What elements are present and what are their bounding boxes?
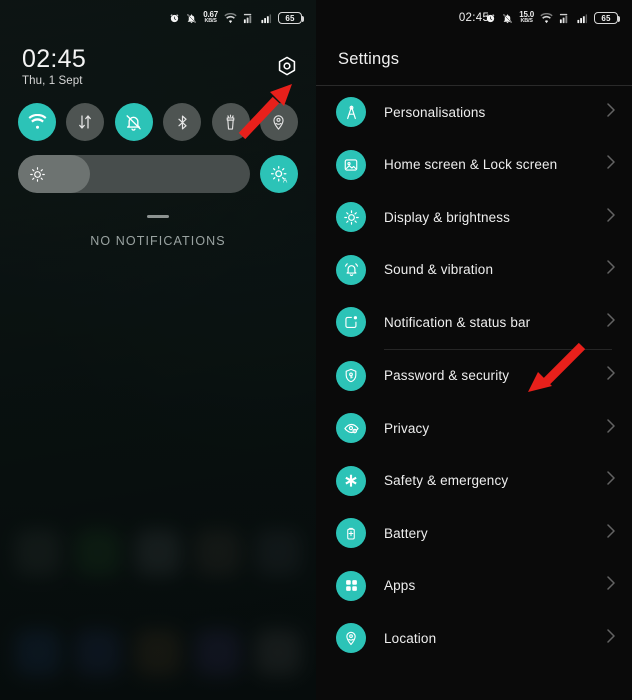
- shade-drag-handle[interactable]: [147, 215, 169, 219]
- sun-icon: [336, 202, 366, 233]
- network-speed-unit: KB/S: [204, 18, 217, 25]
- bell-ring-icon: [336, 254, 366, 285]
- chevron-right-icon: [606, 365, 616, 386]
- toggle-mobile-data[interactable]: [66, 103, 105, 142]
- toggle-wifi[interactable]: [18, 103, 56, 142]
- chevron-right-icon: [606, 207, 616, 228]
- brightness-slider[interactable]: [18, 155, 250, 194]
- notification-icon: [336, 307, 366, 338]
- location-pin-icon: [336, 623, 366, 654]
- settings-item-display-brightness[interactable]: Display & brightness: [316, 191, 632, 244]
- clock-time: 02:45: [22, 45, 87, 73]
- battery-level-text: 65: [285, 13, 295, 23]
- settings-list: Personalisations Home screen & Lock scre…: [316, 86, 632, 665]
- settings-item-privacy[interactable]: Privacy: [316, 402, 632, 455]
- sim-signal-icon: [243, 13, 252, 23]
- page-title: Settings: [338, 50, 400, 68]
- settings-item-label: Display & brightness: [384, 209, 511, 225]
- gear-icon[interactable]: [276, 55, 298, 77]
- signal-bars-icon: [261, 13, 272, 23]
- wifi-icon: [540, 12, 553, 23]
- no-notifications-text: NO NOTIFICATIONS: [90, 234, 226, 249]
- apps-grid-icon: [336, 570, 366, 601]
- shield-lock-icon: [336, 360, 366, 391]
- settings-item-home-lock-screen[interactable]: Home screen & Lock screen: [316, 139, 632, 192]
- settings-item-label: Apps: [384, 578, 416, 594]
- chevron-right-icon: [606, 154, 616, 175]
- chevron-right-icon: [606, 102, 616, 123]
- svg-text:A: A: [282, 177, 287, 184]
- wifi-icon: [224, 12, 237, 23]
- bell-off-icon: [503, 13, 513, 23]
- emergency-star-icon: [336, 465, 366, 496]
- clock-block: 02:45 Thu, 1 Sept: [22, 45, 87, 88]
- settings-item-label: Privacy: [384, 420, 430, 436]
- notification-shade-panel: 0.67 KB/S 65 02:45 Thu, 1 Sept A NO NOTI…: [0, 0, 316, 700]
- bluetooth-icon: [178, 115, 187, 130]
- chevron-right-icon: [606, 523, 616, 544]
- brightness-row: A: [0, 141, 316, 194]
- settings-item-label: Safety & emergency: [384, 473, 509, 489]
- wifi-icon: [28, 114, 46, 129]
- clock-date: Thu, 1 Sept: [22, 75, 83, 88]
- annotation-arrow-to-password-security: [528, 342, 586, 392]
- network-speed-indicator: 0.67 KB/S: [203, 11, 218, 25]
- alarm-icon: [170, 13, 179, 22]
- auto-brightness-icon: A: [270, 165, 287, 184]
- battery-level-text: 65: [601, 13, 611, 23]
- annotation-arrow-to-gear: [238, 84, 292, 140]
- network-speed-indicator: 15.0 KB/S: [519, 11, 534, 25]
- settings-panel: 02:45 15.0 KB/S 65 Settings Personalisat…: [316, 0, 632, 700]
- settings-item-label: Personalisations: [384, 104, 486, 120]
- network-speed-unit: KB/S: [520, 18, 533, 25]
- bell-off-icon: [187, 13, 197, 23]
- settings-item-label: Notification & status bar: [384, 314, 531, 330]
- bell-off-icon: [126, 114, 142, 131]
- signal-bars-icon: [577, 13, 588, 23]
- settings-item-label: Home screen & Lock screen: [384, 157, 558, 173]
- right-status-bar: 02:45 15.0 KB/S 65: [316, 0, 632, 36]
- settings-item-location[interactable]: Location: [316, 612, 632, 665]
- screenshot-root: 0.67 KB/S 65 02:45 Thu, 1 Sept A NO NOTI…: [0, 0, 632, 700]
- toggle-bluetooth[interactable]: [163, 103, 202, 142]
- image-icon: [336, 149, 366, 180]
- settings-item-sound-vibration[interactable]: Sound & vibration: [316, 244, 632, 297]
- chevron-right-icon: [606, 312, 616, 333]
- chevron-right-icon: [606, 418, 616, 439]
- battery-indicator: 65: [594, 12, 620, 24]
- settings-item-safety-emergency[interactable]: Safety & emergency: [316, 455, 632, 508]
- brightness-sun-icon: [30, 166, 45, 182]
- battery-icon: [336, 518, 366, 549]
- eye-icon: [336, 413, 366, 444]
- data-arrows-icon: [79, 115, 92, 129]
- settings-item-apps[interactable]: Apps: [316, 560, 632, 613]
- settings-item-label: Location: [384, 630, 437, 646]
- sim-signal-icon: [559, 13, 568, 23]
- alarm-icon: [486, 13, 495, 22]
- chevron-right-icon: [606, 628, 616, 649]
- chevron-right-icon: [606, 259, 616, 280]
- chevron-right-icon: [606, 470, 616, 491]
- left-status-bar: 0.67 KB/S 65: [0, 0, 316, 36]
- compass-icon: [336, 97, 366, 128]
- toggle-silent[interactable]: [114, 103, 153, 142]
- settings-item-personalisations[interactable]: Personalisations: [316, 86, 632, 139]
- auto-brightness-button[interactable]: A: [260, 155, 298, 194]
- settings-item-battery[interactable]: Battery: [316, 507, 632, 560]
- chevron-right-icon: [606, 575, 616, 596]
- settings-item-label: Battery: [384, 525, 428, 541]
- settings-item-label: Sound & vibration: [384, 262, 494, 278]
- battery-indicator: 65: [278, 12, 304, 24]
